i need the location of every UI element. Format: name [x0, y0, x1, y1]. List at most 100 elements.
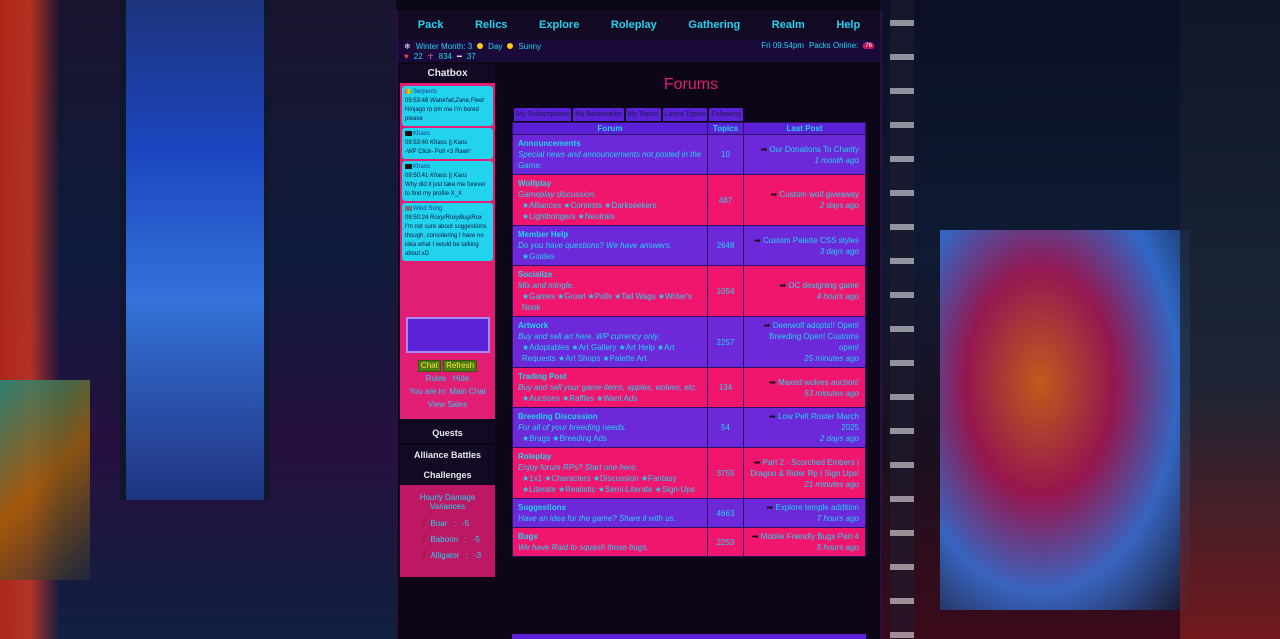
- tab-following[interactable]: Following: [709, 108, 743, 121]
- nav-roleplay[interactable]: Roleplay: [611, 19, 657, 31]
- topic-count: 4663: [707, 498, 744, 528]
- tab-my-topics[interactable]: My Topics: [625, 108, 661, 121]
- chat-user[interactable]: Khaos: [413, 164, 430, 170]
- chatbox[interactable]: Serpents 09:53:48 Waterfall,Zane,Fleet N…: [400, 83, 495, 311]
- subforum-links[interactable]: ★Brags ★Breeding Ads: [518, 433, 702, 444]
- forum-name-link[interactable]: Roleplay: [518, 451, 702, 462]
- topic-count: 2257: [707, 316, 744, 368]
- chat-time: 09:53:40: [405, 140, 429, 146]
- neon-sign-left: [120, 0, 270, 500]
- challenges-heading: Challenges: [400, 465, 495, 485]
- nav-realm[interactable]: Realm: [772, 19, 805, 31]
- status-bar: ❄ Winter Month: 3 Day Sunny ♥ 22 ☥ 834 ━…: [398, 40, 880, 62]
- forum-description: Enjoy forum RPs? Start one here.: [518, 463, 638, 472]
- nav-relics[interactable]: Relics: [475, 19, 507, 31]
- last-post-link[interactable]: Explore temple addition: [775, 503, 859, 512]
- last-post-time: 7 hours ago: [816, 514, 859, 523]
- tab-my-subscriptions[interactable]: My Subscriptions: [514, 108, 572, 121]
- hide-link[interactable]: Hide: [453, 374, 469, 383]
- chat-text: Ninjago rp pm me I'm bored please: [405, 107, 479, 122]
- forum-name-link[interactable]: Socialize: [518, 269, 702, 280]
- main-container: Pack Relics Explore Roleplay Gathering R…: [396, 10, 882, 639]
- forum-description: For all of your breeding needs.: [518, 423, 627, 432]
- forum-name-link[interactable]: Trading Post: [518, 371, 702, 382]
- chat-message: Wind Song 09:50:24 Roxy/RoxyBug/Rox I'm …: [402, 203, 493, 261]
- chat-user[interactable]: Khaos: [413, 131, 430, 137]
- time-of-day: Day: [488, 41, 503, 51]
- subforum-links[interactable]: ★Alliances ★Contests ★Darkseekers ★Light…: [518, 200, 702, 222]
- last-post-link[interactable]: OC designing game: [788, 281, 859, 290]
- neon-panel-right: [1180, 0, 1280, 639]
- refresh-button[interactable]: Refresh: [443, 360, 478, 372]
- last-post-cell: ➡ Mobile Friendly Bugs Part 4 5 hours ag…: [743, 527, 866, 557]
- arrow-right-icon: ➡: [769, 412, 776, 421]
- ankh-icon: ☥: [427, 51, 434, 61]
- last-post-time: 2 days ago: [819, 201, 859, 210]
- table-row: Member Help Do you have questions? We ha…: [512, 225, 866, 266]
- chat-user[interactable]: Wind Song: [413, 206, 442, 212]
- packs-online-count[interactable]: 76: [863, 42, 874, 49]
- topic-count: 3755: [707, 447, 744, 499]
- chat-button[interactable]: Chat: [417, 360, 441, 372]
- last-post-link[interactable]: Part 2 - Scorched Embers | Dragon & Ride…: [750, 458, 859, 478]
- quests-link[interactable]: Quests: [400, 423, 495, 443]
- nav-explore[interactable]: Explore: [539, 19, 579, 31]
- tab-latest-topics[interactable]: Latest Topics: [662, 108, 708, 121]
- table-row: Trading Post Buy and sell your game item…: [512, 367, 866, 408]
- forum-cell: Trading Post Buy and sell your game item…: [512, 367, 708, 408]
- last-post-link[interactable]: Custom Palette CSS styles: [763, 236, 859, 245]
- flag-icon: [405, 163, 412, 169]
- forum-name-link[interactable]: Artwork: [518, 320, 702, 331]
- chat-speaker: Khaos || Kaos: [430, 140, 468, 146]
- season-text: Winter Month: 3: [415, 41, 473, 51]
- subforum-links[interactable]: ★Auctions ★Raffles ★Want Ads: [518, 393, 702, 404]
- forum-cell: Artwork Buy and sell art here. WP curren…: [512, 316, 708, 368]
- claw-icon: ⫽: [422, 517, 427, 529]
- forum-name-link[interactable]: Announcements: [518, 138, 702, 149]
- arrow-right-icon: ➡: [766, 503, 774, 512]
- last-post-link[interactable]: Low Pelt Roster March 2025: [778, 412, 859, 432]
- tab-my-bookmarks[interactable]: My Bookmarks: [573, 108, 624, 121]
- last-post-time: 4 hours ago: [816, 292, 859, 301]
- alliance-battles-link[interactable]: Alliance Battles: [400, 445, 495, 465]
- table-row: Breeding Discussion For all of your bree…: [512, 407, 866, 448]
- forum-tabs: My Subscriptions My Bookmarks My Topics …: [514, 108, 880, 121]
- chat-input[interactable]: [405, 317, 490, 353]
- last-post-link[interactable]: Deerwolf adopts!! Open! Breeding Open! C…: [769, 321, 859, 352]
- subforum-links[interactable]: ★Adoptables ★Art Gallery ★Art Help ★Art …: [518, 342, 702, 364]
- sun-icon: [477, 43, 484, 49]
- subforum-links[interactable]: ★Games ★Growl ★Polls ★Tail Wags ★Writer'…: [518, 291, 702, 313]
- table-row: Announcements Special news and announcem…: [512, 134, 866, 175]
- arrow-right-icon: ➡: [763, 321, 771, 330]
- arrow-right-icon: ➡: [760, 144, 768, 154]
- view-sales-link[interactable]: View Sales: [400, 398, 495, 411]
- forum-name-link[interactable]: Bugs: [518, 531, 702, 542]
- chat-message: Khaos 09:50:41 Khaos || Kaos Why did it …: [402, 161, 493, 201]
- table-row: Roleplay Enjoy forum RPs? Start one here…: [512, 447, 866, 499]
- chat-text: Why did it just take me forever to find …: [405, 182, 486, 197]
- subforum-links[interactable]: ★1x1 ★Characters ★Discussion ★Fantasy ★L…: [518, 473, 702, 495]
- forum-name-link[interactable]: Member Help: [518, 229, 702, 240]
- forum-name-link[interactable]: Wolfplay: [518, 178, 702, 189]
- chat-text: I'm not sure about suggestions though, c…: [405, 224, 487, 257]
- last-post-cell: ➡ Custom Palette CSS styles 3 days ago: [743, 225, 866, 266]
- enemy-value: -5: [462, 518, 470, 528]
- last-post-link[interactable]: Our Donations To Charity: [769, 145, 859, 154]
- arrow-right-icon: ➡: [754, 235, 761, 245]
- last-post-link[interactable]: Mobile Friendly Bugs Part 4: [761, 532, 859, 541]
- nav-help[interactable]: Help: [836, 19, 860, 31]
- forum-name-link[interactable]: Breeding Discussion: [518, 411, 702, 422]
- forum-name-link[interactable]: Suggestions: [518, 502, 702, 513]
- rules-link[interactable]: Rules: [426, 374, 446, 383]
- nav-pack[interactable]: Pack: [418, 19, 444, 31]
- claw-icon: ⫽: [422, 533, 427, 545]
- nav-gathering[interactable]: Gathering: [688, 19, 740, 31]
- forum-description: Have an idea for the game? Share it with…: [518, 514, 676, 523]
- last-post-link[interactable]: Maxed wolves auction!: [778, 378, 859, 387]
- arrow-right-icon: ➡: [753, 457, 761, 467]
- subforum-links[interactable]: ★Guides: [518, 251, 702, 262]
- last-post-link[interactable]: Custom wolf giveaway: [779, 190, 859, 199]
- chat-user[interactable]: Serpents: [413, 89, 437, 95]
- forum-description: Mix and mingle.: [518, 281, 575, 290]
- page-title: Forums: [663, 76, 719, 93]
